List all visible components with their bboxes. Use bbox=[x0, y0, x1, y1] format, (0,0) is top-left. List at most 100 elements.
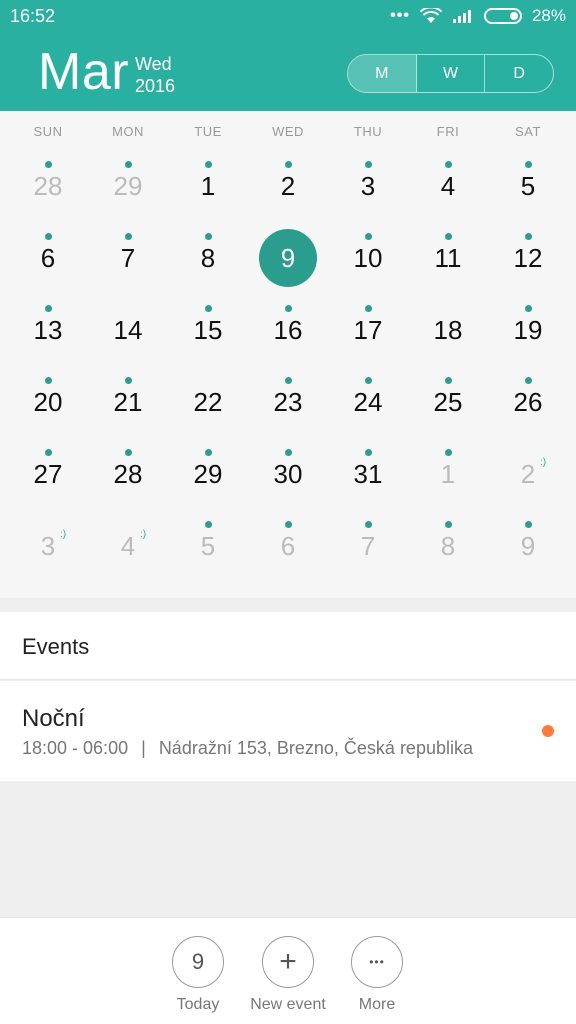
calendar-day[interactable]: 24 bbox=[328, 377, 408, 449]
calendar-day[interactable]: 19 bbox=[488, 305, 568, 377]
event-indicator-dot bbox=[365, 161, 372, 168]
more-label: More bbox=[358, 996, 396, 1013]
event-indicator-dot bbox=[285, 305, 292, 312]
day-number: 21 bbox=[113, 387, 143, 417]
calendar-day[interactable]: 4 bbox=[408, 161, 488, 233]
app-header: 16:52 ••• 28% Mar Wed 2016 M W D bbox=[0, 0, 576, 111]
calendar-day[interactable]: 30 bbox=[248, 449, 328, 521]
day-number: 26 bbox=[513, 387, 543, 417]
calendar-day[interactable]: 15 bbox=[168, 305, 248, 377]
month-title[interactable]: Mar bbox=[38, 42, 129, 102]
view-week-button[interactable]: W bbox=[417, 55, 486, 92]
calendar-day[interactable]: 31 bbox=[328, 449, 408, 521]
event-indicator-dot bbox=[525, 377, 532, 384]
day-number: 14 bbox=[113, 315, 143, 345]
event-details: 18:00 - 06:00 | Nádražní 153, Brezno, Če… bbox=[22, 738, 473, 759]
weekday-header-tue: TUE bbox=[194, 124, 222, 139]
event-indicator-dot bbox=[285, 449, 292, 456]
calendar-day[interactable]: 1 bbox=[168, 161, 248, 233]
event-indicator-dot bbox=[45, 449, 52, 456]
day-number: 2 bbox=[520, 459, 536, 489]
day-number: 3 bbox=[360, 171, 376, 201]
day-number: 20 bbox=[33, 387, 63, 417]
today-button[interactable]: 9 Today bbox=[148, 936, 248, 1014]
event-indicator-dot bbox=[125, 161, 132, 168]
calendar-day[interactable]: 25 bbox=[408, 377, 488, 449]
calendar-day[interactable]: 7 bbox=[88, 233, 168, 305]
view-month-button[interactable]: M bbox=[348, 55, 417, 92]
today-label: Today bbox=[176, 996, 220, 1013]
status-icons: ••• 28% bbox=[390, 6, 566, 26]
calendar-day[interactable]: 17 bbox=[328, 305, 408, 377]
calendar-day[interactable]: 5 bbox=[488, 161, 568, 233]
event-indicator-dot bbox=[205, 449, 212, 456]
new-event-button[interactable]: + New event bbox=[238, 936, 338, 1014]
calendar-day[interactable]: 9 bbox=[248, 233, 328, 305]
battery-icon bbox=[483, 8, 522, 24]
event-indicator-dot bbox=[365, 377, 372, 384]
view-toggle: M W D bbox=[347, 54, 554, 93]
view-day-button[interactable]: D bbox=[485, 55, 553, 92]
day-number: 1 bbox=[200, 171, 216, 201]
event-location: Nádražní 153, Brezno, Česká republika bbox=[158, 738, 473, 758]
day-number: 7 bbox=[360, 531, 376, 561]
calendar-day[interactable]: 6 bbox=[248, 521, 328, 593]
calendar-day[interactable]: 29 bbox=[168, 449, 248, 521]
calendar-day[interactable]: 10 bbox=[328, 233, 408, 305]
weekday-header-sun: SUN bbox=[33, 124, 63, 139]
calendar-day[interactable]: 2 bbox=[248, 161, 328, 233]
event-item[interactable]: Noční 18:00 - 06:00 | Nádražní 153, Brez… bbox=[0, 681, 576, 781]
calendar-day[interactable]: 9 bbox=[488, 521, 568, 593]
signal-icon bbox=[452, 10, 471, 23]
day-number: 7 bbox=[120, 243, 136, 273]
calendar-day[interactable]: 12 bbox=[488, 233, 568, 305]
calendar-day[interactable]: 18 bbox=[408, 305, 488, 377]
calendar-day[interactable]: 1 bbox=[408, 449, 488, 521]
day-number: 9 bbox=[280, 243, 296, 273]
event-name: Noční bbox=[22, 705, 85, 732]
battery-percent: 28% bbox=[531, 6, 566, 25]
event-separator: | bbox=[141, 738, 146, 758]
calendar-day[interactable]: 2:) bbox=[488, 449, 568, 521]
event-indicator-dot bbox=[205, 161, 212, 168]
calendar-day[interactable]: 13 bbox=[8, 305, 88, 377]
event-indicator-dot bbox=[445, 377, 452, 384]
event-indicator-dot bbox=[285, 521, 292, 528]
day-number: 22 bbox=[193, 387, 223, 417]
calendar-day[interactable]: 29 bbox=[88, 161, 168, 233]
calendar-day[interactable]: 16 bbox=[248, 305, 328, 377]
more-button[interactable]: ••• More bbox=[327, 936, 427, 1014]
calendar-day[interactable]: 23 bbox=[248, 377, 328, 449]
calendar-day[interactable]: 6 bbox=[8, 233, 88, 305]
calendar-day[interactable]: 21 bbox=[88, 377, 168, 449]
bottom-toolbar: 9 Today + New event ••• More bbox=[0, 917, 576, 1024]
event-indicator-dot bbox=[205, 521, 212, 528]
events-title: Events bbox=[22, 634, 90, 659]
calendar-day[interactable]: 8 bbox=[168, 233, 248, 305]
calendar-day[interactable]: 22 bbox=[168, 377, 248, 449]
calendar-day[interactable]: 27 bbox=[8, 449, 88, 521]
calendar-day[interactable]: 3 bbox=[328, 161, 408, 233]
day-number: 12 bbox=[513, 243, 543, 273]
calendar-day[interactable]: 28 bbox=[88, 449, 168, 521]
calendar-day[interactable]: 7 bbox=[328, 521, 408, 593]
calendar-day[interactable]: 26 bbox=[488, 377, 568, 449]
event-indicator-dot bbox=[365, 449, 372, 456]
calendar-day[interactable]: 14 bbox=[88, 305, 168, 377]
event-indicator-dot bbox=[525, 305, 532, 312]
day-number: 30 bbox=[273, 459, 303, 489]
event-indicator-dot bbox=[205, 233, 212, 240]
calendar-day[interactable]: 20 bbox=[8, 377, 88, 449]
calendar-day[interactable]: 11 bbox=[408, 233, 488, 305]
calendar-day[interactable]: 3:) bbox=[8, 521, 88, 593]
more-icon: ••• bbox=[351, 936, 403, 988]
day-number: 4 bbox=[120, 531, 136, 561]
calendar-day[interactable]: 28 bbox=[8, 161, 88, 233]
event-indicator-dot bbox=[525, 161, 532, 168]
calendar-day[interactable]: 8 bbox=[408, 521, 488, 593]
event-indicator-dot bbox=[285, 377, 292, 384]
calendar-day[interactable]: 5 bbox=[168, 521, 248, 593]
calendar-day[interactable]: 4:) bbox=[88, 521, 168, 593]
event-indicator-dot bbox=[445, 161, 452, 168]
day-number: 6 bbox=[280, 531, 296, 561]
